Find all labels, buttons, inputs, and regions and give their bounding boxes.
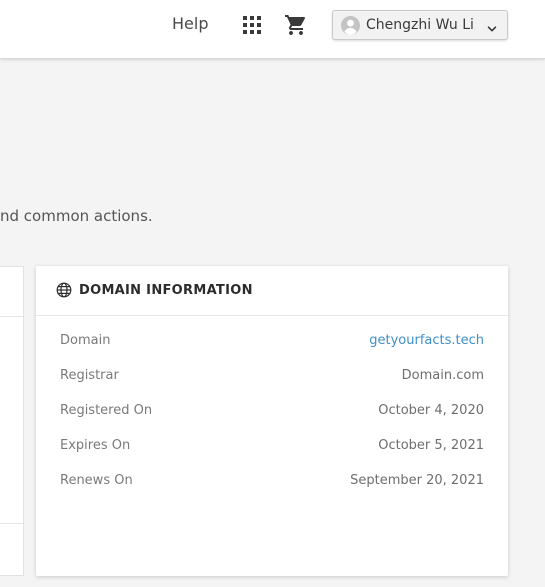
registrar-label: Registrar: [60, 368, 119, 383]
renews-on-row: Renews On September 20, 2021: [60, 473, 484, 493]
card-header: DOMAIN INFORMATION: [36, 266, 508, 316]
intro-description: nd common actions.: [0, 207, 153, 225]
registrar-row: Registrar Domain.com: [60, 368, 484, 388]
user-name: Chengzhi Wu Li: [366, 17, 474, 33]
domain-label: Domain: [60, 333, 111, 348]
renews-on-value: September 20, 2021: [350, 473, 484, 488]
apps-grid-icon[interactable]: [243, 16, 261, 34]
expires-on-row: Expires On October 5, 2021: [60, 438, 484, 458]
card-title: DOMAIN INFORMATION: [79, 283, 253, 298]
top-navigation-bar: Help Chengzhi Wu Li: [0, 0, 545, 59]
left-card-partial: [0, 266, 24, 576]
help-link[interactable]: Help: [172, 14, 208, 33]
registered-on-value: October 4, 2020: [378, 403, 484, 418]
card-divider: [0, 316, 23, 317]
domain-link[interactable]: getyourfacts.tech: [369, 333, 484, 348]
domain-information-card: DOMAIN INFORMATION Domain getyourfacts.t…: [36, 266, 508, 576]
registrar-value: Domain.com: [401, 368, 484, 383]
user-avatar-icon: [341, 16, 360, 35]
registered-on-label: Registered On: [60, 403, 153, 418]
globe-icon: [56, 282, 72, 298]
domain-row: Domain getyourfacts.tech: [60, 333, 484, 353]
card-divider: [0, 523, 23, 524]
user-menu-button[interactable]: Chengzhi Wu Li: [332, 10, 508, 40]
chevron-down-icon: [486, 20, 498, 32]
expires-on-label: Expires On: [60, 438, 131, 453]
shopping-cart-icon[interactable]: [284, 13, 308, 37]
registered-on-row: Registered On October 4, 2020: [60, 403, 484, 423]
renews-on-label: Renews On: [60, 473, 133, 488]
expires-on-value: October 5, 2021: [378, 438, 484, 453]
